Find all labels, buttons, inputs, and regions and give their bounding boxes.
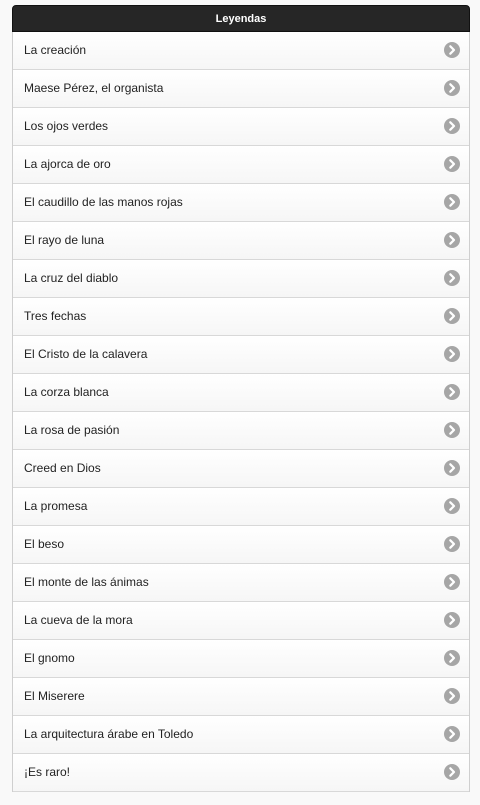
list-item[interactable]: La arquitectura árabe en Toledo: [13, 716, 469, 754]
chevron-right-icon: [444, 270, 460, 286]
list-item[interactable]: Tres fechas: [13, 298, 469, 336]
chevron-right-icon: [444, 498, 460, 514]
chevron-right-icon: [444, 156, 460, 172]
chevron-right-icon: [444, 764, 460, 780]
list-item[interactable]: La ajorca de oro: [13, 146, 469, 184]
page-title: Leyendas: [215, 13, 267, 25]
list-item-label: Creed en Dios: [24, 461, 101, 475]
chevron-right-icon: [444, 346, 460, 362]
chevron-right-icon: [444, 194, 460, 210]
list-item[interactable]: La cueva de la mora: [13, 602, 469, 640]
list-item[interactable]: El caudillo de las manos rojas: [13, 184, 469, 222]
list-item-label: La rosa de pasión: [24, 423, 120, 437]
chevron-right-icon: [444, 536, 460, 552]
list-item[interactable]: El Cristo de la calavera: [13, 336, 469, 374]
list-item[interactable]: La promesa: [13, 488, 469, 526]
list-item-label: La ajorca de oro: [24, 157, 111, 171]
list-item[interactable]: Los ojos verdes: [13, 108, 469, 146]
app-frame: Leyendas La creación Maese Pérez, el orga…: [12, 5, 470, 805]
list-item[interactable]: ¡Es raro!: [13, 754, 469, 792]
list-item-label: La cueva de la mora: [24, 613, 133, 627]
chevron-right-icon: [444, 308, 460, 324]
chevron-right-icon: [444, 42, 460, 58]
list-item[interactable]: Creed en Dios: [13, 450, 469, 488]
chevron-right-icon: [444, 232, 460, 248]
chevron-right-icon: [444, 118, 460, 134]
list-item-label: La arquitectura árabe en Toledo: [24, 727, 194, 741]
list-item-label: La corza blanca: [24, 385, 109, 399]
list-item-label: El rayo de luna: [24, 233, 105, 247]
chevron-right-icon: [444, 574, 460, 590]
list-item-label: El Miserere: [24, 689, 85, 703]
list-item[interactable]: El Miserere: [13, 678, 469, 716]
list-item[interactable]: El gnomo: [13, 640, 469, 678]
list-item-label: El Cristo de la calavera: [24, 347, 148, 361]
chevron-right-icon: [444, 80, 460, 96]
chevron-right-icon: [444, 726, 460, 742]
list-item-label: ¡Es raro!: [24, 765, 71, 779]
list-item-label: La promesa: [24, 499, 88, 513]
chevron-right-icon: [444, 460, 460, 476]
list-item[interactable]: La cruz del diablo: [13, 260, 469, 298]
list-item-label: Maese Pérez, el organista: [24, 81, 164, 95]
list-item-label: El beso: [24, 537, 65, 551]
list-item[interactable]: La creación: [13, 32, 469, 70]
list-item-label: Los ojos verdes: [24, 119, 109, 133]
list-item[interactable]: El monte de las ánimas: [13, 564, 469, 602]
list-item[interactable]: Maese Pérez, el organista: [13, 70, 469, 108]
chevron-right-icon: [444, 688, 460, 704]
legend-list: La creación Maese Pérez, el organista Los …: [12, 32, 470, 792]
list-item-label: El gnomo: [24, 651, 75, 665]
list-item-label: El monte de las ánimas: [24, 575, 149, 589]
chevron-right-icon: [444, 384, 460, 400]
list-item-label: La creación: [24, 43, 87, 57]
list-item[interactable]: El rayo de luna: [13, 222, 469, 260]
list-item-label: Tres fechas: [24, 309, 87, 323]
list-item[interactable]: La rosa de pasión: [13, 412, 469, 450]
chevron-right-icon: [444, 650, 460, 666]
list-item-label: La cruz del diablo: [24, 271, 119, 285]
list-item-label: El caudillo de las manos rojas: [24, 195, 183, 209]
list-item[interactable]: La corza blanca: [13, 374, 469, 412]
chevron-right-icon: [444, 612, 460, 628]
header-bar: Leyendas: [12, 5, 470, 32]
chevron-right-icon: [444, 422, 460, 438]
list-item[interactable]: El beso: [13, 526, 469, 564]
